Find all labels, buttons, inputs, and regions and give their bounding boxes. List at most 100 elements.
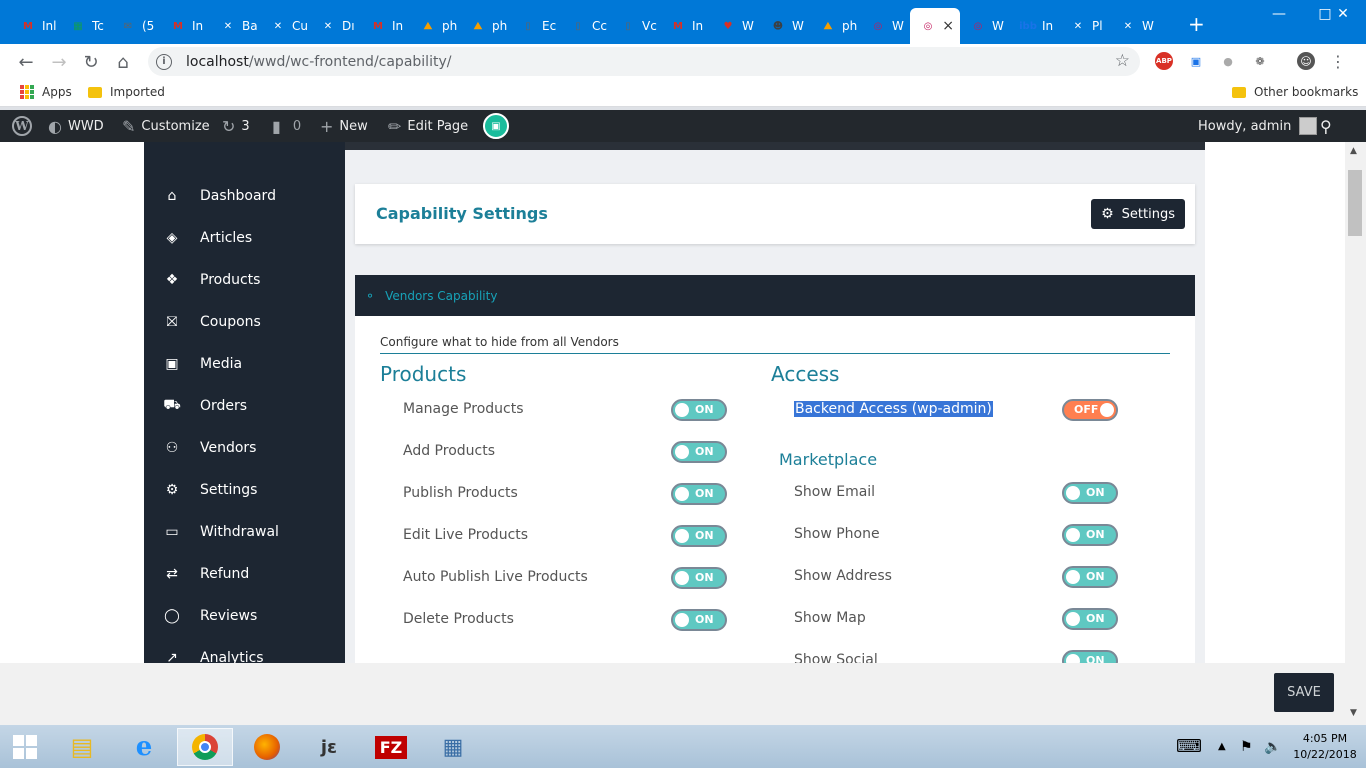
sidebar-item-reviews[interactable]: ◯ Reviews	[144, 595, 345, 637]
sidebar-item-coupons[interactable]: ⛝ Coupons	[144, 301, 345, 343]
settings-button[interactable]: ⚙ Settings	[1091, 199, 1185, 229]
show-map-toggle[interactable]: ON	[1062, 608, 1118, 630]
browser-tab[interactable]: M Inl	[10, 8, 60, 44]
extension-swirl-icon[interactable]: ❁	[1251, 52, 1269, 70]
info-icon[interactable]: i	[156, 53, 172, 70]
bookmark-star-icon[interactable]: ☆	[1115, 51, 1130, 71]
browser-tab[interactable]: ⛰ ph	[810, 8, 860, 44]
new-tab-button[interactable]: +	[1188, 14, 1205, 34]
bookmark-other[interactable]: Other bookmarks	[1232, 85, 1358, 99]
sidebar-item-media[interactable]: ▣ Media	[144, 343, 345, 385]
my-account-link[interactable]: Howdy, admin	[1198, 110, 1318, 142]
add-products-toggle[interactable]: ON	[671, 441, 727, 463]
save-button[interactable]: SAVE	[1274, 673, 1334, 712]
browser-tab[interactable]: ⛰ ph	[410, 8, 460, 44]
scrollbar-thumb[interactable]	[1348, 170, 1362, 236]
menu-kebab-icon[interactable]: ⋮	[1329, 52, 1347, 71]
back-icon[interactable]: ←	[14, 50, 38, 74]
scroll-down-icon[interactable]: ▼	[1350, 708, 1357, 718]
browser-tab[interactable]: ▯ Cc	[560, 8, 610, 44]
browser-tab[interactable]: ◎ W	[860, 8, 910, 44]
edit-live-products-toggle[interactable]: ON	[671, 525, 727, 547]
site-name-label: WWD	[67, 118, 104, 134]
show-email-toggle[interactable]: ON	[1062, 482, 1118, 504]
network-icon[interactable]: ⚑	[1240, 725, 1253, 768]
browser-tab[interactable]: ✕ W	[1110, 8, 1160, 44]
adblock-icon[interactable]: ABP	[1155, 52, 1173, 70]
show-address-toggle[interactable]: ON	[1062, 566, 1118, 588]
profile-avatar-icon[interactable]: ☺	[1297, 52, 1315, 70]
show-social-toggle[interactable]: ON	[1062, 650, 1118, 663]
updates-link[interactable]: ↻ 3	[222, 110, 250, 142]
wordpress-logo[interactable]: W	[12, 110, 32, 142]
new-content-link[interactable]: + New	[320, 110, 368, 142]
vendors-capability-panel: Configure what to hide from all Vendors …	[355, 316, 1195, 663]
browser-tab[interactable]: ◎ W	[960, 8, 1010, 44]
browser-tab[interactable]: ✕ Ba	[210, 8, 260, 44]
browser-tab[interactable]: ✉ (5	[110, 8, 160, 44]
clock[interactable]: 4:05 PM 10/22/2018	[1290, 731, 1360, 763]
customize-link[interactable]: ✎ Customize	[122, 110, 210, 142]
bookmark-imported[interactable]: Imported	[88, 85, 165, 99]
sidebar-item-analytics[interactable]: ↗ Analytics	[144, 637, 345, 663]
browser-tab[interactable]: ◎ ×	[910, 8, 960, 44]
publish-products-toggle[interactable]: ON	[671, 483, 727, 505]
minimize-button[interactable]: —	[1256, 0, 1302, 28]
internet-explorer-icon[interactable]: e	[116, 728, 172, 766]
site-name-link[interactable]: ◐ WWD	[48, 110, 104, 142]
browser-tab[interactable]: ✕ Pl	[1060, 8, 1110, 44]
show-phone-label: Show Phone	[794, 526, 880, 542]
vendors-capability-header[interactable]: ⚬ Vendors Capability	[355, 275, 1195, 316]
browser-tab[interactable]: ▯ Vc	[610, 8, 660, 44]
browser-tab[interactable]: ✕ Cu	[260, 8, 310, 44]
show-hidden-icons[interactable]: ▲	[1218, 725, 1226, 768]
extension-circle-icon[interactable]: ●	[1219, 52, 1237, 70]
close-tab-icon[interactable]: ×	[942, 18, 954, 34]
browser-tab[interactable]: ⛰ ph	[460, 8, 510, 44]
auto-publish-live-products-toggle[interactable]: ON	[671, 567, 727, 589]
browser-tab[interactable]: ✕ Dı	[310, 8, 360, 44]
manage-products-toggle[interactable]: ON	[671, 399, 727, 421]
browser-tab[interactable]: M In	[360, 8, 410, 44]
sidebar-item-vendors[interactable]: ⚇ Vendors	[144, 427, 345, 469]
volume-icon[interactable]: 🔈	[1264, 725, 1281, 768]
browser-tab[interactable]: ▯ Ec	[510, 8, 560, 44]
sidebar-item-articles[interactable]: ◈ Articles	[144, 217, 345, 259]
scroll-up-icon[interactable]: ▲	[1350, 146, 1357, 156]
browser-tab[interactable]: ▦ Tc	[60, 8, 110, 44]
keyboard-icon[interactable]: ⌨	[1176, 725, 1202, 768]
sidebar-item-orders[interactable]: ⛟ Orders	[144, 385, 345, 427]
notepad-icon[interactable]: ▦	[425, 728, 481, 766]
sidebar-item-settings[interactable]: ⚙ Settings	[144, 469, 345, 511]
browser-tab[interactable]: ibb In	[1010, 8, 1060, 44]
sidebar-item-dashboard[interactable]: ⌂ Dashboard	[144, 175, 345, 217]
show-phone-toggle[interactable]: ON	[1062, 524, 1118, 546]
jedit-icon[interactable]: jε	[301, 728, 357, 766]
sidebar-item-withdrawal[interactable]: ▭ Withdrawal	[144, 511, 345, 553]
browser-tab[interactable]: M In	[660, 8, 710, 44]
reload-icon[interactable]: ↻	[79, 50, 103, 74]
screenshot-extension-icon[interactable]: ▣	[1187, 52, 1205, 70]
bookmark-apps[interactable]: Apps	[20, 85, 72, 99]
firefox-icon[interactable]	[239, 728, 295, 766]
address-bar[interactable]: i localhost/wwd/wc-frontend/capability/ …	[148, 47, 1140, 76]
home-icon[interactable]: ⌂	[111, 50, 135, 74]
file-explorer-icon[interactable]: ▤	[54, 728, 110, 766]
forward-icon[interactable]: →	[47, 50, 71, 74]
browser-tab[interactable]: ♥ W	[710, 8, 760, 44]
delete-products-toggle[interactable]: ON	[671, 609, 727, 631]
close-window-button[interactable]: ✕	[1320, 0, 1366, 28]
admin-search-icon[interactable]: ⚲	[1320, 110, 1332, 142]
sidebar-item-refund[interactable]: ⇄ Refund	[144, 553, 345, 595]
sidebar-item-products[interactable]: ❖ Products	[144, 259, 345, 301]
filezilla-icon[interactable]: FZ	[363, 728, 419, 766]
browser-tab[interactable]: M In	[160, 8, 210, 44]
browser-tab[interactable]: ☻ W	[760, 8, 810, 44]
edit-page-link[interactable]: ✏ Edit Page	[388, 110, 468, 142]
wcfm-badge[interactable]: ▣	[483, 110, 509, 142]
page-scrollbar[interactable]: ▲ ▼	[1345, 142, 1366, 725]
comments-link[interactable]: ▮ 0	[272, 110, 301, 142]
backend-access-toggle[interactable]: OFF	[1062, 399, 1118, 421]
chrome-icon[interactable]	[177, 728, 233, 766]
start-button[interactable]	[0, 728, 50, 766]
